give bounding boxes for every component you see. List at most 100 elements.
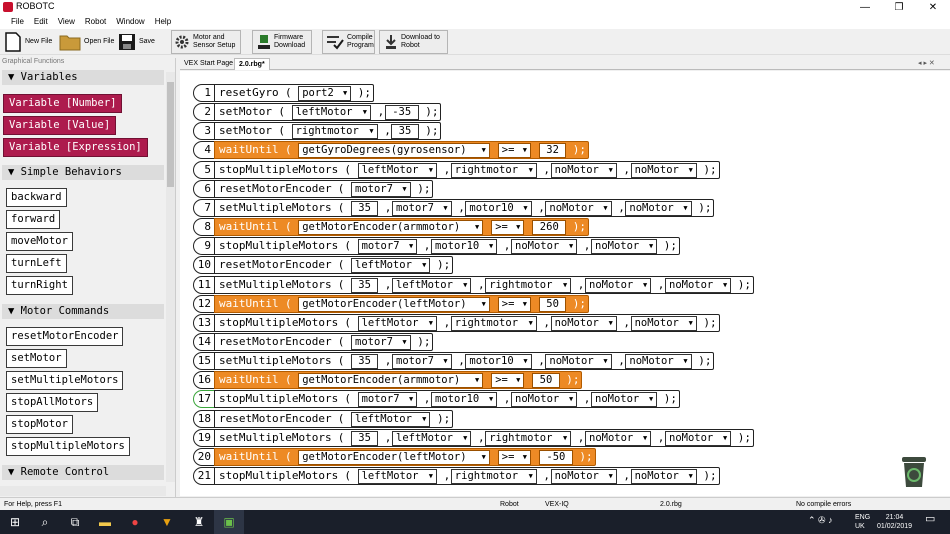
block-resetmotorencoder[interactable]: resetMotorEncoder ( motor7 ▼ );	[214, 332, 434, 351]
dropdown-select[interactable]: noMotor ▼	[550, 315, 617, 331]
language-indicator[interactable]: ENG UK	[855, 513, 870, 531]
section-simple-behaviors[interactable]: ▼ Simple Behaviors	[2, 165, 164, 180]
dropdown-select[interactable]: noMotor ▼	[550, 469, 617, 484]
download-to-robot-button[interactable]: Download to Robot	[379, 30, 448, 54]
dropdown-select[interactable]: motor10 ▼	[431, 239, 498, 255]
tab-vex-start-page[interactable]: VEX Start Page	[180, 58, 237, 70]
number-input[interactable]: 32	[539, 143, 567, 159]
palette-variable-expression[interactable]: Variable [Expression]	[3, 138, 148, 157]
dropdown-select[interactable]: getMotorEncoder(leftMotor) ▼	[298, 296, 490, 312]
number-input[interactable]: 35	[391, 124, 419, 140]
dropdown-select[interactable]: noMotor ▼	[630, 315, 697, 331]
dropdown-select[interactable]: leftMotor ▼	[351, 258, 431, 274]
block-setmultiplemotors[interactable]: setMultipleMotors ( 35 , motor7 ▼ , motor…	[214, 352, 715, 371]
tab-nav-arrows-icon[interactable]: ◂ ▸ ✕	[914, 58, 939, 70]
dropdown-select[interactable]: >= ▼	[497, 296, 531, 312]
block-waituntil[interactable]: waitUntil ( getMotorEncoder(leftMotor) ▼ >…	[214, 294, 589, 313]
file-explorer-icon[interactable]: ▬	[90, 510, 120, 534]
motor-sensor-setup-button[interactable]: Motor and Sensor Setup	[171, 30, 241, 54]
dropdown-select[interactable]: >= ▼	[497, 449, 531, 465]
palette-setmultiplemotors[interactable]: setMultipleMotors	[6, 371, 124, 390]
number-input[interactable]: -35	[384, 105, 419, 121]
chrome-icon[interactable]: ●	[120, 510, 150, 534]
dropdown-select[interactable]: noMotor ▼	[545, 200, 612, 216]
dropdown-select[interactable]: leftMotor ▼	[351, 411, 431, 427]
dropdown-select[interactable]: rightmotor ▼	[450, 162, 537, 178]
block-stopmultiplemotors[interactable]: stopMultipleMotors ( leftMotor ▼ , rightm…	[214, 467, 720, 485]
dropdown-select[interactable]: getGyroDegrees(gyrosensor) ▼	[298, 143, 490, 159]
number-input[interactable]: 50	[532, 373, 560, 389]
dropdown-select[interactable]: noMotor ▼	[630, 162, 697, 178]
panel-scrollbar-thumb[interactable]	[167, 82, 174, 187]
block-resetmotorencoder[interactable]: resetMotorEncoder ( motor7 ▼ );	[214, 179, 434, 198]
dropdown-select[interactable]: motor7 ▼	[392, 354, 452, 370]
block-setmultiplemotors[interactable]: setMultipleMotors ( 35 , leftMotor ▼ , ri…	[214, 428, 754, 447]
section-variables[interactable]: ▼ Variables	[2, 70, 164, 85]
dropdown-select[interactable]: noMotor ▼	[585, 277, 652, 293]
tab-program-file[interactable]: 2.0.rbg*	[234, 58, 270, 70]
dropdown-select[interactable]: noMotor ▼	[585, 430, 652, 446]
block-stopmultiplemotors[interactable]: stopMultipleMotors ( leftMotor ▼ , rightm…	[214, 313, 720, 332]
dropdown-select[interactable]: motor7 ▼	[351, 334, 411, 350]
menu-view[interactable]: View	[53, 15, 80, 29]
palette-resetmotorencoder[interactable]: resetMotorEncoder	[6, 327, 124, 346]
block-stopmultiplemotors[interactable]: stopMultipleMotors ( motor7 ▼ , motor10 ▼ …	[214, 390, 680, 409]
open-file-button[interactable]: Open File	[59, 30, 114, 54]
palette-movemotor[interactable]: moveMotor	[6, 232, 73, 251]
block-setmultiplemotors[interactable]: setMultipleMotors ( 35 , leftMotor ▼ , ri…	[214, 275, 754, 294]
app-robot-icon[interactable]: ♜	[184, 510, 214, 534]
dropdown-select[interactable]: noMotor ▼	[665, 277, 732, 293]
firmware-download-button[interactable]: Firmware Download	[252, 30, 312, 54]
dropdown-select[interactable]: leftMotor ▼	[357, 162, 437, 178]
dropdown-select[interactable]: noMotor ▼	[625, 200, 692, 216]
dropdown-select[interactable]: >= ▼	[491, 220, 525, 236]
panel-scrollbar[interactable]	[166, 72, 175, 482]
tray-icons[interactable]: ⌃ ✇ ♪	[808, 516, 833, 525]
palette-setmotor[interactable]: setMotor	[6, 349, 67, 368]
dropdown-select[interactable]: rightmotor ▼	[485, 430, 572, 446]
number-input[interactable]: 35	[351, 277, 379, 293]
dropdown-select[interactable]: getMotorEncoder(leftMotor) ▼	[298, 449, 490, 465]
palette-stopmotor[interactable]: stopMotor	[6, 415, 73, 434]
menu-robot[interactable]: Robot	[80, 15, 111, 29]
number-input[interactable]: 35	[351, 354, 379, 370]
menu-file[interactable]: File	[6, 15, 29, 29]
block-stopmultiplemotors[interactable]: stopMultipleMotors ( motor7 ▼ , motor10 ▼ …	[214, 237, 680, 256]
palette-backward[interactable]: backward	[6, 188, 67, 207]
dropdown-select[interactable]: motor10 ▼	[465, 200, 532, 216]
dropdown-select[interactable]: noMotor ▼	[550, 162, 617, 178]
block-resetmotorencoder[interactable]: resetMotorEncoder ( leftMotor ▼ );	[214, 256, 454, 275]
menu-help[interactable]: Help	[150, 15, 176, 29]
dropdown-select[interactable]: motor10 ▼	[431, 392, 498, 408]
palette-turnleft[interactable]: turnLeft	[6, 254, 67, 273]
dropdown-select[interactable]: motor10 ▼	[465, 354, 532, 370]
palette-stopallmotors[interactable]: stopAllMotors	[6, 393, 99, 412]
dropdown-select[interactable]: motor7 ▼	[357, 392, 418, 408]
dropdown-select[interactable]: noMotor ▼	[591, 239, 658, 255]
dropdown-select[interactable]: >= ▼	[491, 373, 525, 389]
menu-edit[interactable]: Edit	[29, 15, 53, 29]
block-resetgyro[interactable]: resetGyro ( port2 ▼ );	[214, 84, 374, 102]
dropdown-select[interactable]: motor7 ▼	[351, 181, 411, 197]
task-view-icon[interactable]: ⧉	[60, 510, 90, 534]
app-triangle-icon[interactable]: ▼	[152, 510, 182, 534]
palette-forward[interactable]: forward	[6, 210, 61, 229]
dropdown-select[interactable]: rightmotor ▼	[450, 315, 537, 331]
maximize-button[interactable]: ❐	[882, 0, 916, 15]
palette-stopmultiplemotors[interactable]: stopMultipleMotors	[6, 437, 130, 456]
dropdown-select[interactable]: rightmotor ▼	[291, 124, 378, 140]
number-input[interactable]: -50	[539, 449, 573, 465]
dropdown-select[interactable]: noMotor ▼	[665, 430, 732, 446]
section-remote-control[interactable]: ▼ Remote Control	[2, 465, 164, 480]
dropdown-select[interactable]: rightmotor ▼	[485, 277, 572, 293]
new-file-button[interactable]: New File	[4, 30, 52, 54]
robotc-taskbar-icon[interactable]: ▣	[214, 510, 244, 534]
block-setmotor[interactable]: setMotor ( leftMotor ▼ , -35 );	[214, 103, 442, 122]
dropdown-select[interactable]: leftMotor ▼	[357, 315, 437, 331]
dropdown-select[interactable]: port2 ▼	[298, 86, 352, 101]
dropdown-select[interactable]: leftMotor ▼	[291, 105, 371, 121]
block-resetmotorencoder[interactable]: resetMotorEncoder ( leftMotor ▼ );	[214, 409, 454, 428]
number-input[interactable]: 35	[351, 200, 379, 216]
block-waituntil[interactable]: waitUntil ( getMotorEncoder(leftMotor) ▼ >…	[214, 447, 596, 466]
section-motor-commands[interactable]: ▼ Motor Commands	[2, 304, 164, 319]
